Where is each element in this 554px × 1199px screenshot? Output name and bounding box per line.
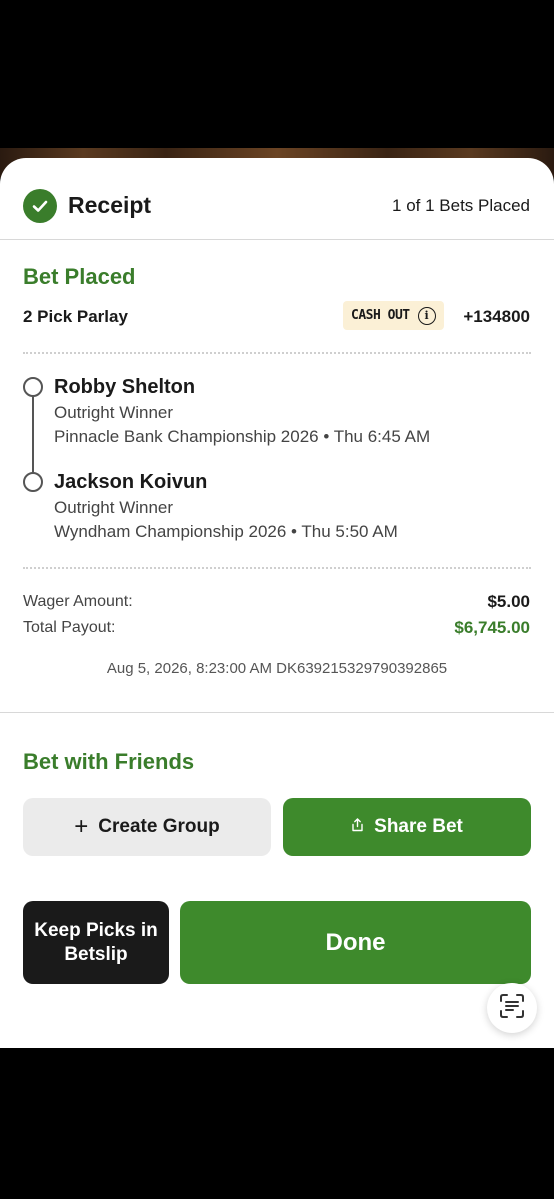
divider <box>23 567 531 569</box>
pick-event: Pinnacle Bank Championship 2026 • Thu 6:… <box>54 427 431 446</box>
share-icon <box>351 816 364 838</box>
keep-picks-label: Keep Picks in Betslip <box>34 919 158 965</box>
receipt-sheet: Receipt 1 of 1 Bets Placed Bet Placed 2 … <box>0 158 554 1048</box>
pick-circle-icon <box>23 472 43 492</box>
pick-player-name: Robby Shelton <box>54 376 196 398</box>
pick-player-name: Jackson Koivun <box>54 471 208 493</box>
receipt-header: Receipt 1 of 1 Bets Placed <box>0 158 554 240</box>
wager-label: Wager Amount: <box>23 593 133 610</box>
bet-timestamp-id: Aug 5, 2026, 8:23:00 AM DK63921532979039… <box>106 660 448 677</box>
payout-label: Total Payout: <box>23 619 116 636</box>
share-bet-label: Share Bet <box>374 816 463 837</box>
plus-icon: + <box>74 813 89 840</box>
done-button[interactable]: Done <box>180 901 531 984</box>
bets-count: 1 of 1 Bets Placed <box>392 196 530 215</box>
check-icon <box>23 189 57 223</box>
bet-odds: +134800 <box>463 307 530 326</box>
page-title: Receipt <box>68 192 152 218</box>
pick-event: Wyndham Championship 2026 • Thu 5:50 AM <box>54 522 398 541</box>
wager-value: $5.00 <box>487 592 530 611</box>
cash-out-badge[interactable]: CASH OUT i <box>343 301 444 330</box>
share-bet-button[interactable]: Share Bet <box>283 798 531 856</box>
info-icon[interactable]: i <box>417 306 436 325</box>
scan-text-button[interactable] <box>487 983 537 1033</box>
pick-circle-icon <box>23 377 43 397</box>
done-label: Done <box>325 928 386 956</box>
friends-section-title: Bet with Friends <box>23 749 195 774</box>
pick-market: Outright Winner <box>54 498 174 517</box>
bet-type: 2 Pick Parlay <box>23 307 128 326</box>
payout-value: $6,745.00 <box>454 618 530 637</box>
pick-connector-line <box>32 396 34 482</box>
bottom-black-area <box>0 1048 554 1199</box>
keep-picks-button[interactable]: Keep Picks in Betslip <box>23 901 169 984</box>
scan-text-icon <box>498 992 526 1025</box>
divider <box>23 352 531 354</box>
create-group-button[interactable]: + Create Group <box>23 798 271 856</box>
cash-out-label: CASH OUT <box>351 308 410 323</box>
status-bar-area <box>0 0 554 150</box>
bet-status: Bet Placed <box>23 264 136 289</box>
pick-market: Outright Winner <box>54 403 174 422</box>
section-divider <box>0 712 554 713</box>
create-group-label: Create Group <box>98 816 220 837</box>
